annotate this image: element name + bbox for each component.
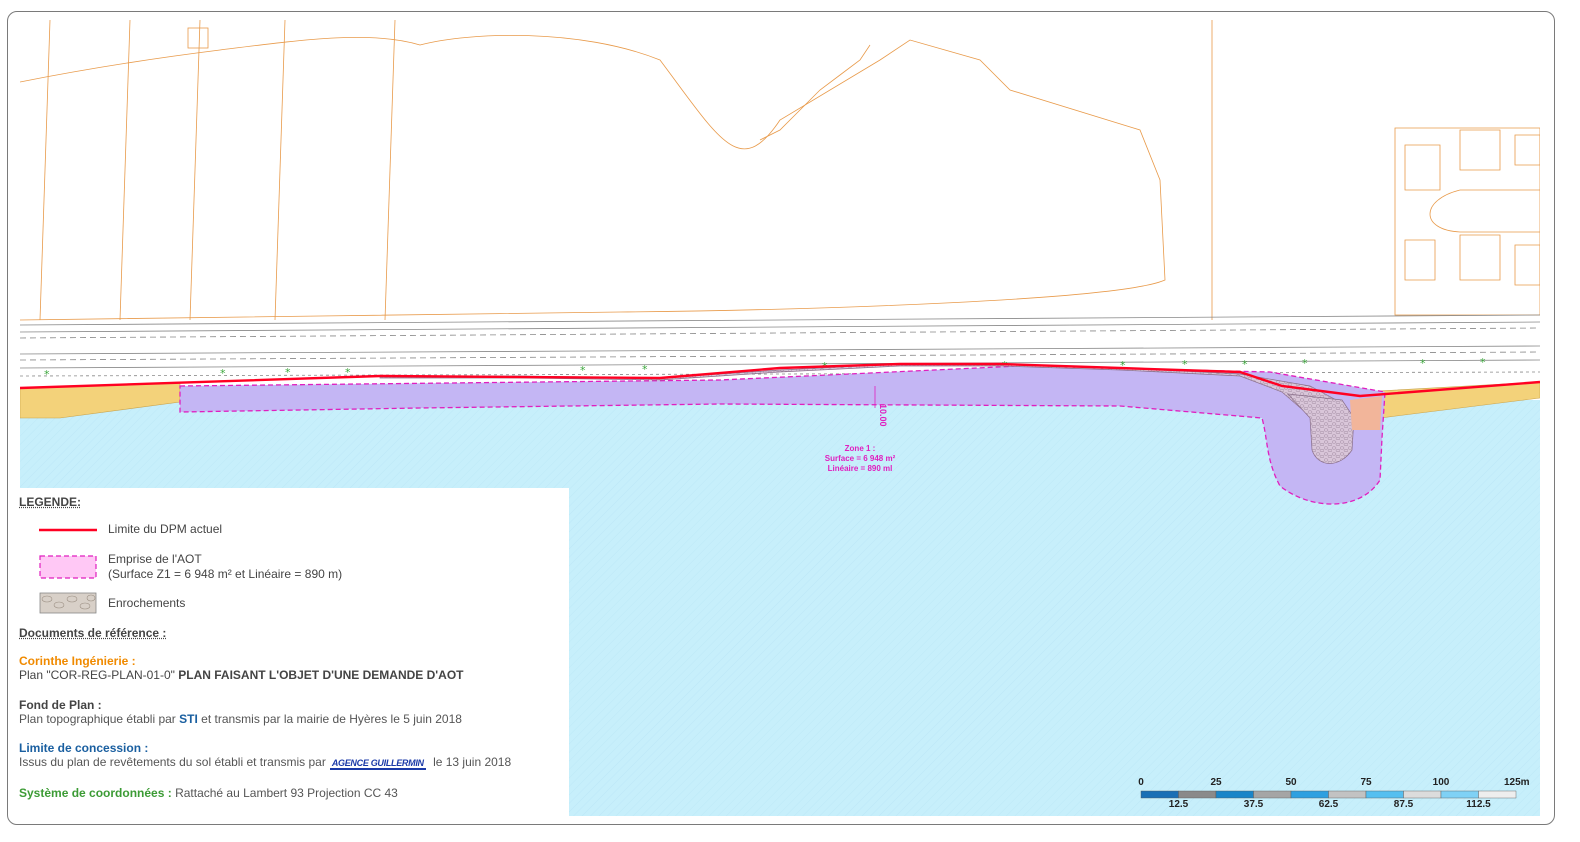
ref-systeme-value: Rattaché au Lambert 93 Projection CC 43 bbox=[175, 786, 398, 800]
references-title: Documents de référence : bbox=[19, 626, 167, 640]
zone-surface: Surface = 6 948 m² bbox=[824, 454, 896, 463]
ref-fond-heading: Fond de Plan : bbox=[19, 698, 102, 712]
topographic-lines bbox=[20, 20, 1540, 321]
zone-1-label: Zone 1 : Surface = 6 948 m² Linéaire = 8… bbox=[790, 444, 930, 474]
legend-sublabel-aot: (Surface Z1 = 6 948 m² et Linéaire = 890… bbox=[108, 567, 343, 581]
legend-label-aot: Emprise de l'AOT bbox=[108, 552, 202, 566]
legend-label-dpm: Limite du DPM actuel bbox=[108, 522, 223, 536]
svg-text:*: * bbox=[642, 363, 648, 376]
scale-bar: 0 25 50 75 100 125m 12.5 37.5 62.5 87.5 112.5 bbox=[1135, 777, 1540, 816]
aot-swatch-icon bbox=[39, 555, 97, 579]
scale-tick-bottom: 12.5 bbox=[1168, 799, 1189, 810]
svg-text:*: * bbox=[1480, 356, 1486, 369]
scale-segment bbox=[1403, 790, 1442, 799]
scale-segment bbox=[1178, 790, 1217, 799]
legend-label-enrochements: Enrochements bbox=[108, 596, 186, 610]
scale-segment bbox=[1328, 790, 1367, 799]
ref-corinthe-heading: Corinthe Ingénierie : bbox=[19, 654, 136, 668]
zone-lineaire: Linéaire = 890 ml bbox=[827, 464, 893, 473]
scale-tick-top: 75 bbox=[1360, 777, 1372, 788]
legend-title: LEGENDE: bbox=[19, 495, 82, 509]
svg-text:*: * bbox=[1242, 358, 1248, 371]
scale-tick-bottom: 37.5 bbox=[1243, 799, 1264, 810]
svg-text:*: * bbox=[285, 366, 291, 379]
scale-tick-bottom: 62.5 bbox=[1318, 799, 1339, 810]
scale-segment bbox=[1290, 790, 1329, 799]
scale-segment bbox=[1140, 790, 1179, 799]
scale-tick-bottom: 87.5 bbox=[1393, 799, 1414, 810]
scale-segment bbox=[1478, 790, 1517, 799]
ref-corinthe: Corinthe Ingénierie : Plan "COR-REG-PLAN… bbox=[19, 654, 463, 682]
svg-text:*: * bbox=[1420, 357, 1426, 370]
agence-guillermin-logo: AGENCE GUILLERMIN bbox=[329, 758, 426, 770]
scale-segment bbox=[1440, 790, 1479, 799]
scale-tick-top: 50 bbox=[1285, 777, 1297, 788]
svg-text:*: * bbox=[580, 364, 586, 377]
ref-concession-suffix: le 13 juin 2018 bbox=[433, 755, 512, 769]
scale-tick-top: 25 bbox=[1210, 777, 1222, 788]
ref-systeme-heading: Système de coordonnées : bbox=[19, 786, 172, 800]
scale-segment bbox=[1215, 790, 1254, 799]
svg-text:*: * bbox=[44, 368, 50, 381]
rock-swatch-icon bbox=[39, 592, 97, 614]
scale-tick-top: 100 bbox=[1432, 777, 1450, 788]
red-line-icon bbox=[39, 528, 97, 532]
svg-text:*: * bbox=[220, 367, 226, 380]
ref-fond: Fond de Plan : Plan topographique établi… bbox=[19, 698, 462, 726]
zone-title: Zone 1 : bbox=[844, 444, 876, 453]
scale-tick-top: 125m bbox=[1504, 777, 1530, 788]
ref-concession: Limite de concession : Issus du plan de … bbox=[19, 741, 511, 770]
scale-tick-bottom: 112.5 bbox=[1466, 799, 1491, 810]
ref-concession-heading: Limite de concession : bbox=[19, 741, 149, 755]
legend-panel: LEGENDE: Limite du DPM actuel Emprise de… bbox=[19, 488, 569, 818]
scale-segment bbox=[1253, 790, 1292, 799]
ref-concession-prefix: Issus du plan de revêtements du sol étab… bbox=[19, 755, 326, 769]
ref-fond-prefix: Plan topographique établi par bbox=[19, 712, 176, 726]
dimension-label: 10.00 bbox=[878, 404, 888, 427]
ref-corinthe-bold: PLAN FAISANT L'OBJET D'UNE DEMANDE D'AOT bbox=[178, 668, 464, 682]
svg-text:*: * bbox=[1302, 357, 1308, 370]
ref-corinthe-prefix: Plan "COR-REG-PLAN-01-0" bbox=[19, 668, 175, 682]
scale-tick-top: 0 bbox=[1138, 777, 1144, 788]
ref-fond-suffix: et transmis par la mairie de Hyères le 5… bbox=[201, 712, 462, 726]
ref-fond-sti: STI bbox=[179, 712, 198, 726]
ref-systeme: Système de coordonnées : Rattaché au Lam… bbox=[19, 786, 398, 800]
scale-bar-segments bbox=[1140, 790, 1517, 799]
scale-segment bbox=[1365, 790, 1404, 799]
